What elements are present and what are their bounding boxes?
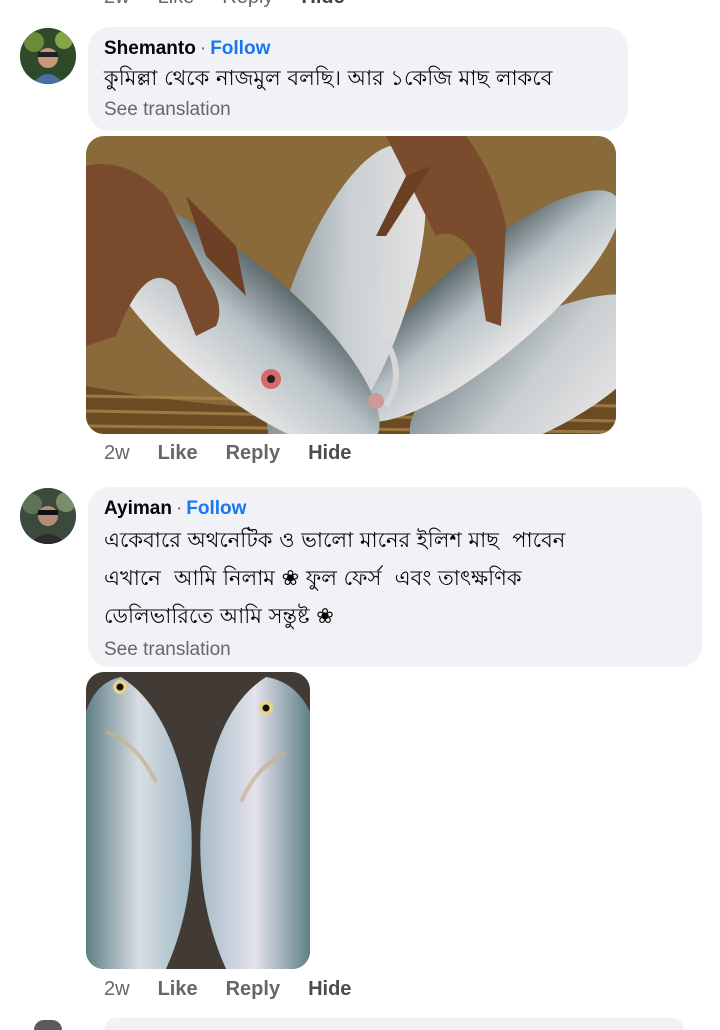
author-name[interactable]: Shemanto — [104, 38, 196, 59]
comment-bubble: Shemanto · Follow কুমিল্লা থেকে নাজমুল বলছ… — [88, 27, 628, 131]
comment-text: একেবারে অথনেটিক ও ভালো মানের ইলিশ মাছ পা… — [104, 528, 566, 628]
next-comment-avatar — [34, 1020, 62, 1030]
avatar-photo-icon — [20, 488, 76, 544]
comment-photo[interactable] — [86, 136, 616, 434]
previous-time: 2w — [104, 0, 130, 9]
comment-actions: 2w Like Reply Hide — [104, 442, 351, 465]
two-hilsa-fish-icon — [86, 672, 310, 969]
next-comment-bubble — [104, 1018, 684, 1030]
hilsa-fish-basket-icon — [86, 136, 616, 434]
comment-actions: 2w Like Reply Hide — [104, 978, 351, 1001]
follow-button[interactable]: Follow — [186, 498, 246, 519]
previous-comment-actions: 2w Like Reply Hide — [104, 0, 345, 9]
separator-dot: · — [175, 498, 183, 519]
comment-photo[interactable] — [86, 672, 310, 969]
avatar[interactable] — [20, 28, 76, 84]
comment-time: 2w — [104, 978, 130, 1000]
previous-like-button[interactable]: Like — [158, 0, 195, 9]
previous-hide-button[interactable]: Hide — [301, 0, 344, 9]
see-translation-link[interactable]: See translation — [104, 97, 612, 123]
previous-reply-button[interactable]: Reply — [222, 0, 273, 9]
avatar-photo-icon — [20, 28, 76, 84]
author-name[interactable]: Ayiman — [104, 498, 172, 519]
hide-button[interactable]: Hide — [308, 978, 351, 1001]
like-button[interactable]: Like — [158, 978, 198, 1001]
see-translation-link[interactable]: See translation — [104, 637, 686, 663]
comment-time: 2w — [104, 442, 130, 464]
separator-dot: · — [199, 38, 207, 59]
comment-text: কুমিল্লা থেকে নাজমুল বলছি। আর ১কেজি মাছ … — [104, 66, 553, 90]
reply-button[interactable]: Reply — [226, 978, 280, 1001]
like-button[interactable]: Like — [158, 442, 198, 465]
follow-button[interactable]: Follow — [210, 38, 270, 59]
comment-bubble: Ayiman · Follow একেবারে অথনেটিক ও ভালো মান… — [88, 487, 702, 667]
avatar[interactable] — [20, 488, 76, 544]
reply-button[interactable]: Reply — [226, 442, 280, 465]
hide-button[interactable]: Hide — [308, 442, 351, 465]
